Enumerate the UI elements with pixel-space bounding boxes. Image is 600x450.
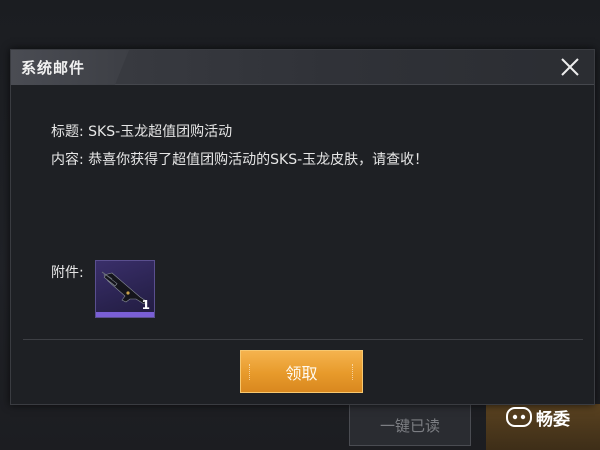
rarity-strip xyxy=(96,312,154,317)
button-decoration-right xyxy=(352,364,356,380)
attachment-item-slot[interactable]: 1 xyxy=(95,260,155,318)
watermark-text: 畅委 xyxy=(536,409,570,430)
attachment-label: 附件: xyxy=(51,265,84,281)
dialog-title-bar: 系统邮件 xyxy=(11,50,594,85)
item-count: 1 xyxy=(141,298,150,312)
claim-button[interactable]: 领取 xyxy=(240,350,363,393)
watermark-logo-icon xyxy=(506,407,532,427)
button-decoration-left xyxy=(249,364,253,380)
mail-subject: 标题: SKS-玉龙超值团购活动 xyxy=(51,124,233,140)
mail-body: 内容: 恭喜你获得了超值团购活动的SKS-玉龙皮肤，请查收！ xyxy=(51,152,429,168)
claim-button-label: 领取 xyxy=(285,363,318,383)
attachment-section: 附件: 1 xyxy=(51,260,191,320)
mail-content: 标题: SKS-玉龙超值团购活动 内容: 恭喜你获得了超值团购活动的SKS-玉龙… xyxy=(51,118,571,174)
watermark: 畅委 xyxy=(506,404,570,430)
read-all-button[interactable]: 一键已读 xyxy=(349,404,471,446)
dialog-title: 系统邮件 xyxy=(21,59,86,77)
dialog-divider xyxy=(23,339,583,340)
close-icon[interactable] xyxy=(558,55,582,79)
system-mail-dialog: 系统邮件 标题: SKS-玉龙超值团购活动 内容: 恭喜你获得了超值团购活动的S… xyxy=(10,49,595,405)
